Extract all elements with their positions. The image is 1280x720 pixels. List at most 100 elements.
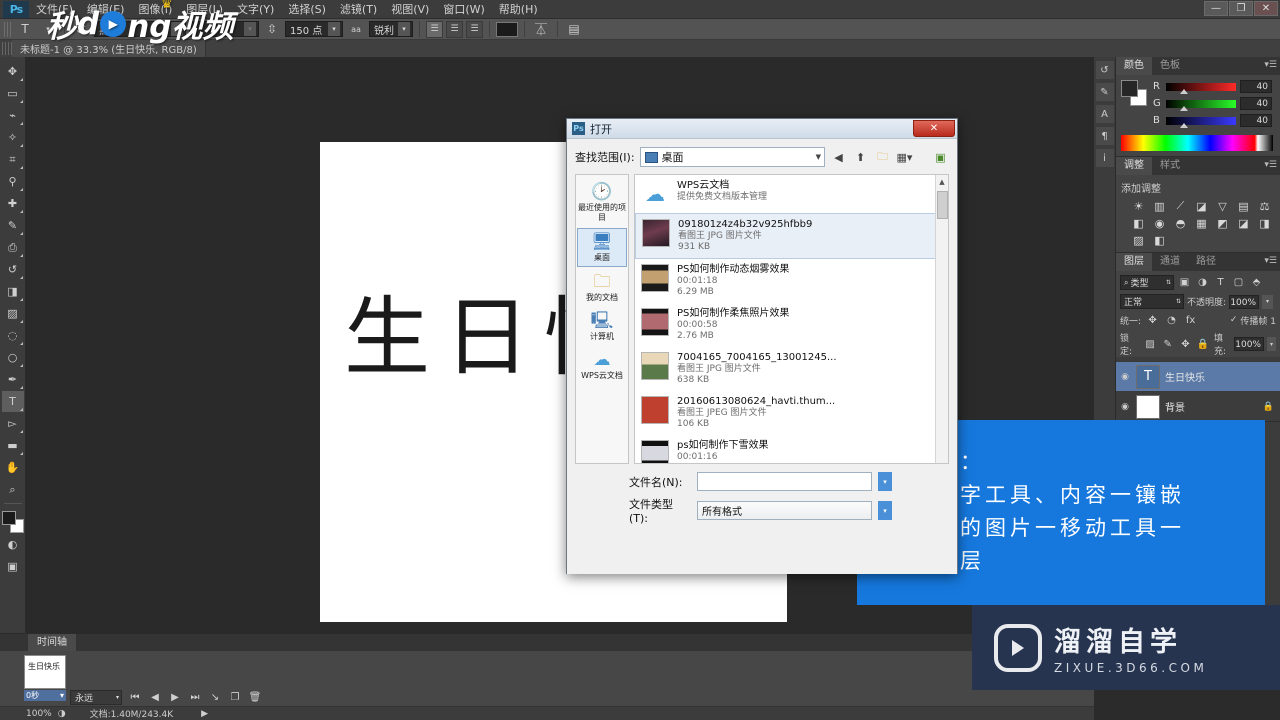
align-center-button[interactable]: ☰ xyxy=(446,20,463,38)
path-select-tool[interactable]: ▻ xyxy=(2,413,24,434)
vibrance-icon[interactable]: ▽ xyxy=(1215,199,1230,213)
quick-select-tool[interactable]: ✧ xyxy=(2,127,24,148)
font-size-select[interactable]: 150 点 ▾ xyxy=(285,21,343,37)
shape-tool[interactable]: ▬ xyxy=(2,435,24,456)
move-tool[interactable]: ✥ xyxy=(2,61,24,82)
photo-filter-icon[interactable]: ◉ xyxy=(1152,216,1167,230)
invert-icon[interactable]: ◩ xyxy=(1215,216,1230,230)
warp-text-icon[interactable]: ⏄ xyxy=(531,21,551,38)
back-icon[interactable]: ◀ xyxy=(830,149,847,166)
selective-color-icon[interactable]: ◧ xyxy=(1152,233,1167,247)
tab-channels[interactable]: 通道 xyxy=(1152,253,1188,271)
quick-mask-icon[interactable]: ◐ xyxy=(2,534,24,555)
history-icon[interactable]: ↺ xyxy=(1095,61,1114,79)
posterize-icon[interactable]: ◪ xyxy=(1236,216,1251,230)
file-row[interactable]: PS如何制作柔焦照片效果 00:00:58 2.76 MB xyxy=(635,303,948,347)
character-icon[interactable]: A xyxy=(1095,105,1114,123)
delete-frame-button[interactable]: 🗑 xyxy=(248,692,262,703)
crop-tool[interactable]: ⌗ xyxy=(2,149,24,170)
file-list[interactable]: ☁ WPS云文档 提供免费文档版本管理 091801z4z4b32v925hfb… xyxy=(634,174,949,464)
scrollbar-thumb[interactable] xyxy=(937,191,948,219)
adjustment-filter-icon[interactable]: ◑ xyxy=(1195,276,1210,290)
layer-row-background[interactable]: ◉ 背景 🔒 xyxy=(1116,391,1280,421)
value-g[interactable]: 40 xyxy=(1240,97,1272,110)
blend-mode-select[interactable]: 正常 ⇅ xyxy=(1120,294,1184,309)
tween-button[interactable]: ↘ xyxy=(208,692,222,703)
layer-visibility-icon[interactable]: ◉ xyxy=(1119,402,1131,412)
lock-position-icon[interactable]: ✥ xyxy=(1179,337,1193,351)
color-swatches[interactable] xyxy=(1,510,25,534)
marquee-tool[interactable]: ▭ xyxy=(2,83,24,104)
search-icon[interactable]: ▣ xyxy=(932,149,949,166)
status-arrow-icon[interactable]: ▶ xyxy=(201,709,208,719)
text-color-swatch[interactable] xyxy=(496,21,518,37)
new-folder-icon[interactable]: 🗀 xyxy=(874,149,891,166)
chevron-down-icon[interactable]: ▾ xyxy=(398,22,410,36)
chevron-down-icon[interactable]: ▼ xyxy=(816,153,821,161)
next-frame-button[interactable]: ⏭ xyxy=(188,692,202,703)
zoom-level[interactable]: 100% xyxy=(26,709,52,719)
eyedropper-tool[interactable]: ⚲ xyxy=(2,171,24,192)
unify-position-icon[interactable]: ✥ xyxy=(1145,313,1160,327)
brightness-contrast-icon[interactable]: ☀ xyxy=(1131,199,1146,213)
lock-all-icon[interactable]: 🔒 xyxy=(1196,337,1210,351)
panel-menu-icon[interactable]: ▾☰ xyxy=(1264,60,1277,70)
align-left-button[interactable]: ☰ xyxy=(426,20,443,38)
filetype-chevron-icon[interactable]: ▾ xyxy=(878,501,892,520)
tab-swatches[interactable]: 色板 xyxy=(1152,57,1188,75)
channel-mixer-icon[interactable]: ◓ xyxy=(1173,216,1188,230)
chevron-down-icon[interactable]: ▾ xyxy=(116,694,121,701)
menu-window[interactable]: 窗口(W) xyxy=(436,0,491,19)
file-row[interactable]: 20160613080624_havti.thum... 看图王 JPEG 图片… xyxy=(635,391,948,435)
value-b[interactable]: 40 xyxy=(1240,114,1272,127)
tab-adjustments[interactable]: 调整 xyxy=(1116,157,1152,175)
filename-chevron-icon[interactable]: ▾ xyxy=(878,472,892,491)
tab-layers[interactable]: 图层 xyxy=(1116,253,1152,271)
history-brush-tool[interactable]: ↺ xyxy=(2,259,24,280)
fill-value[interactable]: 100% xyxy=(1234,337,1264,351)
look-in-select[interactable]: 桌面 ▼ xyxy=(639,147,825,167)
scroll-up-icon[interactable]: ▲ xyxy=(936,175,948,189)
frame-duration[interactable]: 0秒 ▾ xyxy=(24,690,66,701)
lock-image-icon[interactable]: ✎ xyxy=(1161,337,1175,351)
file-row[interactable]: 7004165_7004165_13001245... 看图王 JPG 图片文件… xyxy=(635,347,948,391)
zoom-tool[interactable]: ⌕ xyxy=(2,479,24,500)
pixel-filter-icon[interactable]: ▣ xyxy=(1177,276,1192,290)
first-frame-button[interactable]: ⏮ xyxy=(128,692,142,703)
healing-brush-tool[interactable]: ✚ xyxy=(2,193,24,214)
paragraph-icon[interactable]: ¶ xyxy=(1095,127,1114,145)
foreground-color-swatch[interactable] xyxy=(1,511,16,525)
exposure-icon[interactable]: ◪ xyxy=(1194,199,1209,213)
slider-b[interactable] xyxy=(1166,116,1236,128)
smart-filter-icon[interactable]: ⬘ xyxy=(1249,276,1264,290)
toggle-panels-icon[interactable]: ▤ xyxy=(564,21,584,38)
file-list-scrollbar[interactable]: ▲ xyxy=(935,175,948,463)
play-button[interactable]: ▶ xyxy=(168,692,182,703)
menu-type[interactable]: 文字(Y) xyxy=(230,0,281,19)
value-r[interactable]: 40 xyxy=(1240,80,1272,93)
curves-icon[interactable]: ⟋ xyxy=(1173,199,1188,213)
info-icon[interactable]: i xyxy=(1095,149,1114,167)
color-foreground-background[interactable] xyxy=(1121,80,1147,106)
doc-grip[interactable] xyxy=(2,42,12,55)
fill-chevron-icon[interactable]: ▾ xyxy=(1266,337,1277,351)
minimize-button[interactable]: — xyxy=(1204,1,1228,16)
panel-menu-icon[interactable]: ▾☰ xyxy=(1264,160,1277,170)
place-wps-cloud[interactable]: ☁ WPS云文档 xyxy=(577,347,627,384)
type-tool-icon[interactable]: T xyxy=(15,21,35,38)
color-balance-icon[interactable]: ⚖ xyxy=(1257,199,1272,213)
lasso-tool[interactable]: ⌁ xyxy=(2,105,24,126)
screen-mode-icon[interactable]: ▣ xyxy=(2,556,24,577)
clone-stamp-tool[interactable]: ⎙ xyxy=(2,237,24,258)
opacity-chevron-icon[interactable]: ▾ xyxy=(1262,294,1274,309)
unify-visibility-icon[interactable]: ◔ xyxy=(1164,313,1179,327)
color-lookup-icon[interactable]: ▦ xyxy=(1194,216,1209,230)
layer-visibility-icon[interactable]: ◉ xyxy=(1119,372,1131,382)
layer-thumbnail[interactable]: T xyxy=(1136,364,1160,389)
options-grip[interactable] xyxy=(4,21,12,37)
previous-frame-button[interactable]: ◀ xyxy=(148,692,162,703)
restore-button[interactable]: ❐ xyxy=(1229,1,1253,16)
layer-thumbnail[interactable] xyxy=(1136,394,1160,419)
antialias-select[interactable]: 锐利 ▾ xyxy=(369,21,413,37)
chevron-down-icon[interactable]: ▾ xyxy=(244,22,256,36)
